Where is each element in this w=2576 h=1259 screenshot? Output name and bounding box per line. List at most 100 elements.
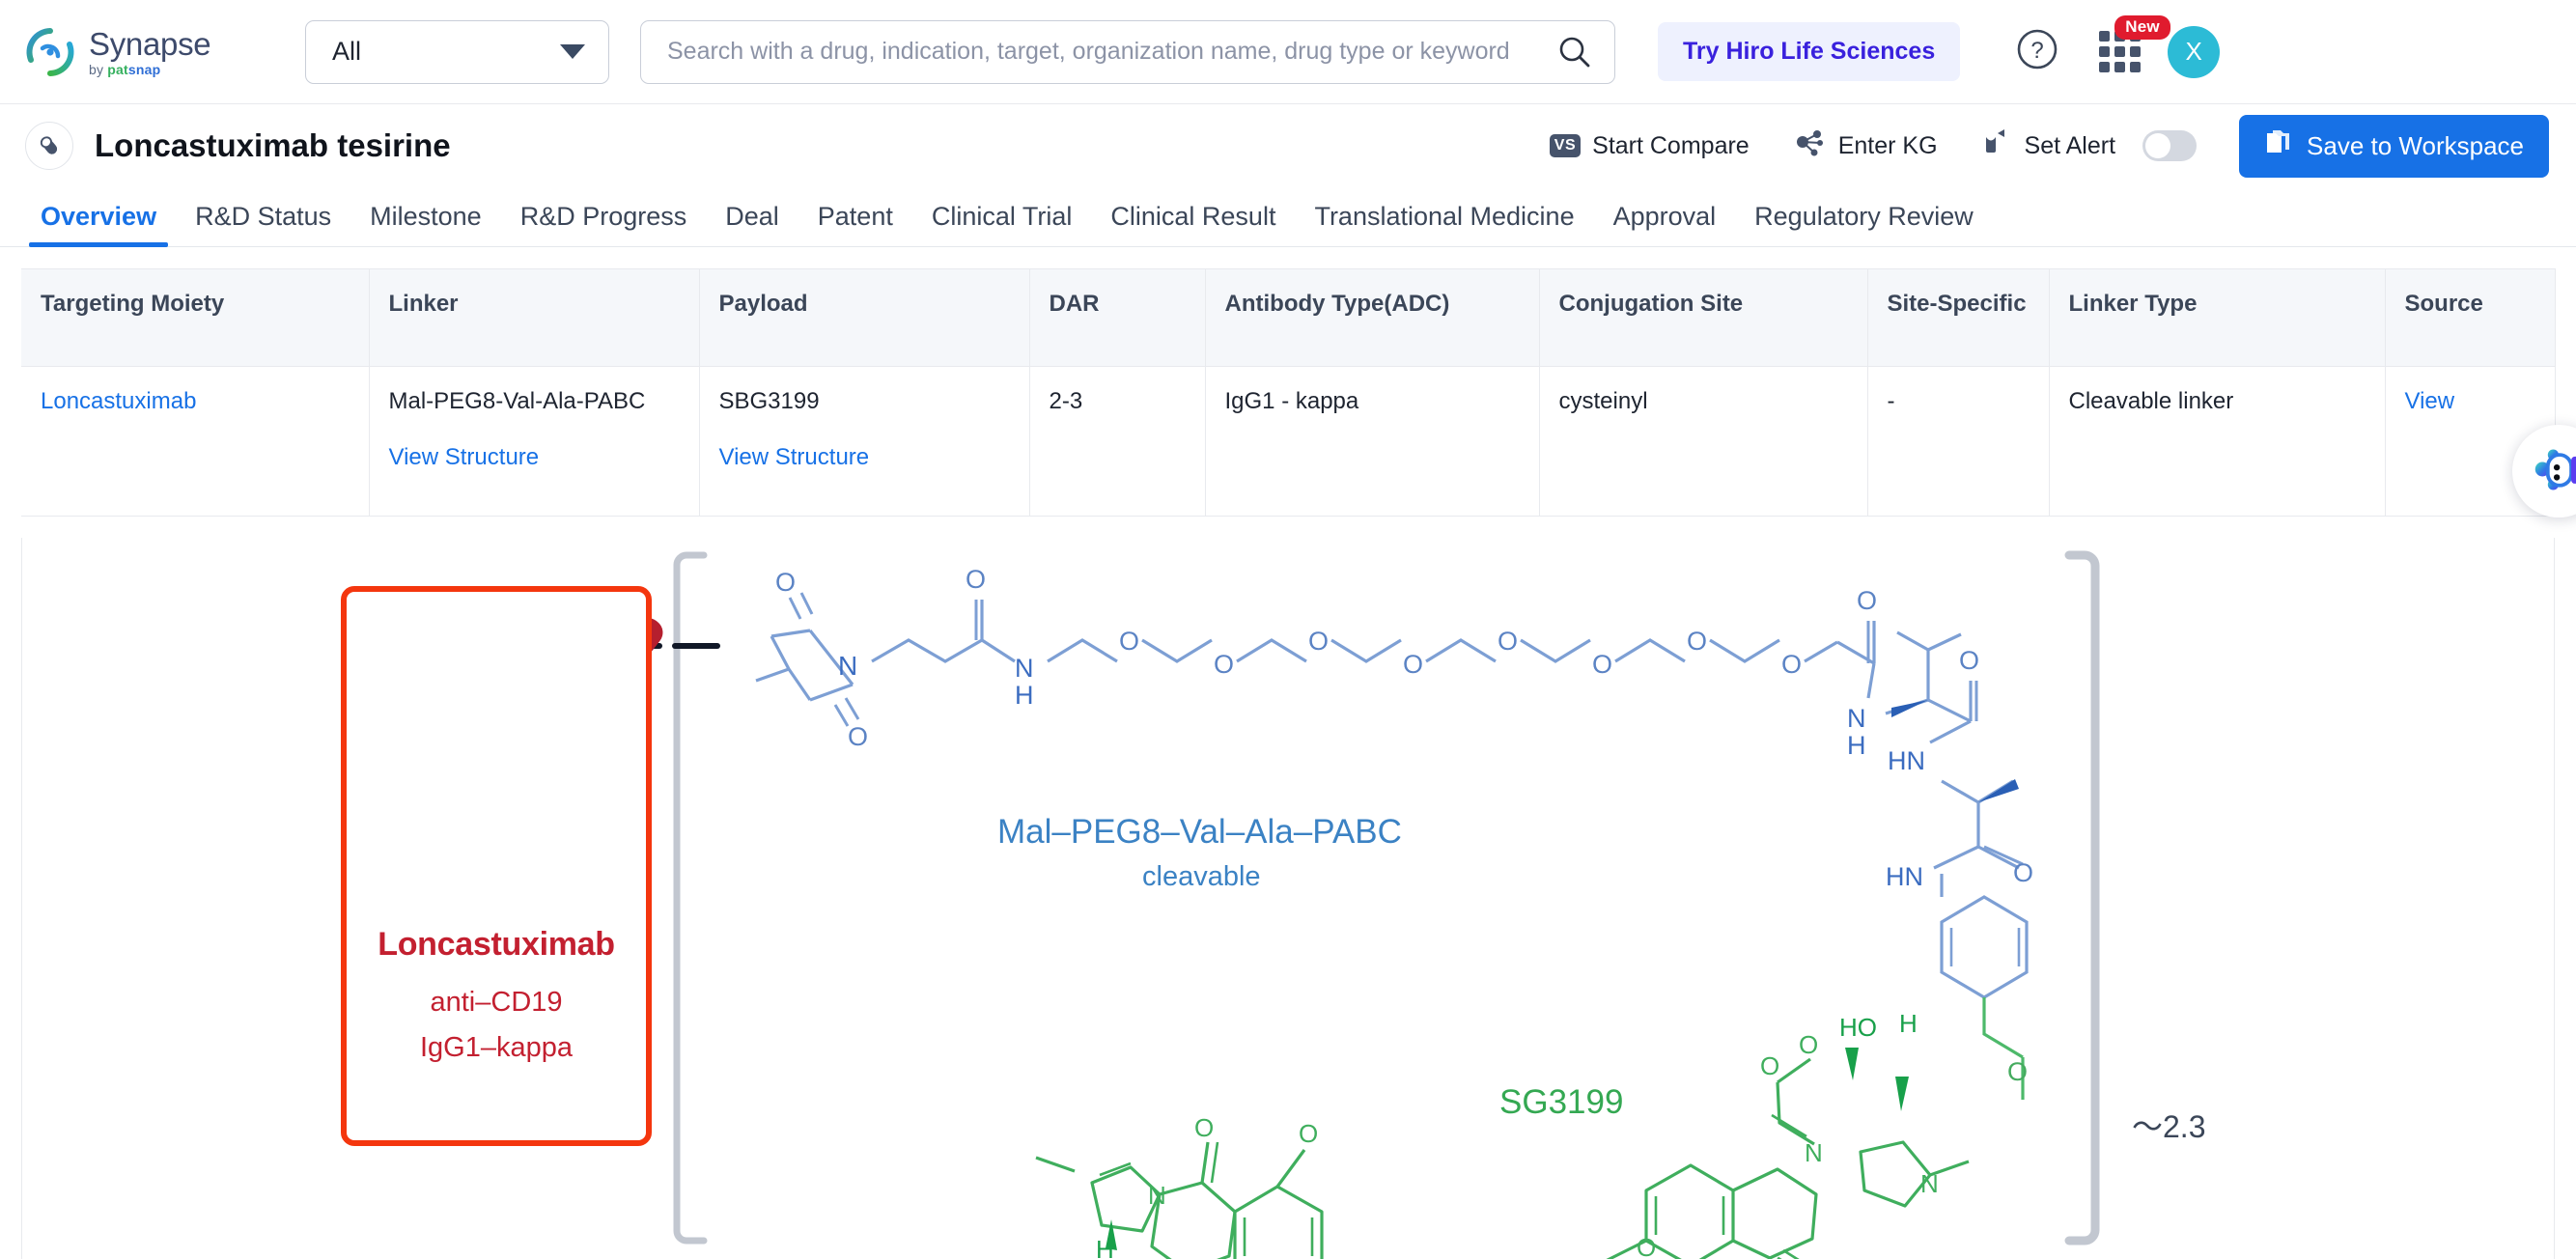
adc-structure-diagram: O O N O N H O O O O O O O O O N H O HN O… [21, 538, 2555, 1259]
atom-label-HN: HN [1886, 862, 1923, 891]
payload-name-label: SG3199 [1499, 1083, 1624, 1121]
tab-approval[interactable]: Approval [1594, 202, 1736, 246]
global-search[interactable] [640, 19, 1615, 84]
atom-label-N: N [1847, 704, 1866, 733]
pabc-benzene-ring [1940, 874, 2029, 999]
dar-value-label: ～2.3 [2132, 1109, 2206, 1144]
save-to-workspace-button[interactable]: Save to Workspace [2239, 114, 2549, 178]
atom-label-N: N [838, 651, 857, 681]
tab-overview[interactable]: Overview [21, 202, 176, 247]
targeting-moiety-link[interactable]: Loncastuximab [41, 388, 196, 415]
atom-label-O: O [1194, 1113, 1214, 1142]
stereo-wedge [1895, 1077, 1909, 1111]
atom-label-O: O [1592, 650, 1612, 679]
left-bracket [673, 551, 708, 1245]
column-header-source: Source [2385, 268, 2556, 367]
avatar[interactable]: X [2168, 25, 2221, 78]
atom-label-O: O [848, 722, 868, 751]
question-circle-icon[interactable]: ? [2016, 28, 2058, 75]
stereo-wedge [1845, 1048, 1859, 1080]
atom-label-N: N [1805, 1138, 1823, 1167]
enter-kg-label: Enter KG [1837, 131, 1938, 159]
tab-milestone[interactable]: Milestone [350, 202, 501, 246]
payload-view-structure-link[interactable]: View Structure [719, 444, 1010, 471]
enter-kg-button[interactable]: Enter KG [1794, 128, 1938, 164]
logo-patsnap-pat: pat [107, 61, 128, 77]
atom-label-H: H [1899, 1009, 1918, 1038]
tab-regulatory-review[interactable]: Regulatory Review [1735, 202, 1993, 246]
column-header-payload: Payload [699, 268, 1030, 367]
cell-conjugation-site: cysteinyl [1539, 366, 1868, 517]
save-to-workspace-label: Save to Workspace [2307, 130, 2524, 160]
logo-by-text: by [89, 61, 108, 77]
stereo-wedge [1978, 779, 2019, 802]
atom-label-O: O [1857, 586, 1877, 615]
atom-label-H: H [1847, 731, 1866, 760]
set-alert-label: Set Alert [2024, 131, 2116, 159]
column-header-site-specific: Site-Specific [1867, 268, 2050, 367]
atom-label-H: H [1015, 681, 1034, 710]
tab-deal[interactable]: Deal [706, 202, 798, 246]
tab-translational-medicine[interactable]: Translational Medicine [1295, 202, 1593, 246]
peg8-chain [1047, 638, 1838, 663]
chevron-down-icon [560, 44, 585, 59]
linker-value: Mal-PEG8-Val-Ala-PABC [388, 388, 646, 414]
ai-assistant-icon [2532, 442, 2576, 501]
atom-label-O: O [1687, 627, 1707, 656]
atom-label-O: O [1308, 627, 1329, 656]
propanamide-chain [871, 600, 1016, 663]
cell-linker: Mal-PEG8-Val-Ala-PABC View Structure [369, 366, 700, 517]
alert-bell-icon [1982, 128, 2013, 164]
logo-patsnap-snap: snap [127, 61, 161, 77]
knowledge-graph-icon [1794, 128, 1827, 164]
tab-clinical-trial[interactable]: Clinical Trial [912, 202, 1092, 246]
tab-rd-progress[interactable]: R&D Progress [501, 202, 707, 246]
atom-label-O: O [966, 565, 986, 594]
start-compare-button[interactable]: VS Start Compare [1549, 132, 1750, 160]
search-input[interactable] [667, 38, 1556, 66]
cell-targeting-moiety: Loncastuximab [21, 366, 370, 517]
cell-antibody-type: IgG1 - kappa [1205, 366, 1540, 517]
page-title: Loncastuximab tesirine [95, 127, 451, 163]
capsule-icon [25, 122, 73, 170]
column-header-targeting-moiety: Targeting Moiety [21, 268, 370, 367]
atom-label-HN: HN [1888, 746, 1925, 775]
atom-label-O: O [2007, 1057, 2028, 1086]
tab-clinical-result[interactable]: Clinical Result [1091, 202, 1295, 246]
search-icon[interactable] [1556, 34, 1593, 70]
adc-table-container: Targeting Moiety Linker Payload DAR Anti… [0, 247, 2576, 517]
app-logo[interactable]: Synapse by patsnap [25, 27, 247, 77]
tab-patent[interactable]: Patent [798, 202, 912, 246]
set-alert-control[interactable]: Set Alert [1982, 128, 2198, 164]
atom-label-N: N [1015, 654, 1034, 683]
logo-wordmark: Synapse [89, 25, 211, 62]
source-view-link[interactable]: View [2405, 388, 2455, 415]
antibody-isotype: IgG1–kappa [419, 1032, 573, 1063]
vs-badge-icon: VS [1549, 134, 1582, 157]
set-alert-toggle[interactable] [2142, 130, 2198, 161]
atom-label-O: O [1299, 1119, 1318, 1148]
atom-label-O: O [1959, 646, 1979, 675]
column-header-linker: Linker [369, 268, 700, 367]
search-scope-select[interactable]: All [305, 19, 609, 84]
antibody-highlight-box: Loncastuximab anti–CD19 IgG1–kappa [341, 586, 652, 1146]
atom-label-O: O [1760, 1051, 1779, 1080]
atom-label-O: O [2013, 858, 2033, 887]
column-header-antibody-type: Antibody Type(ADC) [1205, 268, 1540, 367]
peg-oxygen-labels: O O O O O O O O [1119, 627, 1802, 679]
try-hiro-life-sciences-button[interactable]: Try Hiro Life Sciences [1658, 22, 1961, 81]
atom-label-O: O [1403, 650, 1423, 679]
atom-label-O: O [775, 568, 796, 597]
search-scope-value: All [332, 37, 362, 66]
atom-label-N: N [1148, 1181, 1166, 1210]
synapse-logo-icon [25, 27, 75, 77]
table-header-row: Targeting Moiety Linker Payload DAR Anti… [21, 268, 2556, 367]
atom-label-O: O [1637, 1233, 1656, 1259]
apps-grid-button[interactable]: New [2099, 15, 2170, 72]
linker-view-structure-link[interactable]: View Structure [389, 444, 680, 471]
cell-site-specific: - [1867, 366, 2050, 517]
top-header: Synapse by patsnap All Try Hiro Life Sci… [0, 0, 2576, 104]
tab-rd-status[interactable]: R&D Status [176, 202, 350, 246]
atom-label-HO: HO [1839, 1013, 1877, 1042]
svg-text:?: ? [2031, 38, 2044, 64]
